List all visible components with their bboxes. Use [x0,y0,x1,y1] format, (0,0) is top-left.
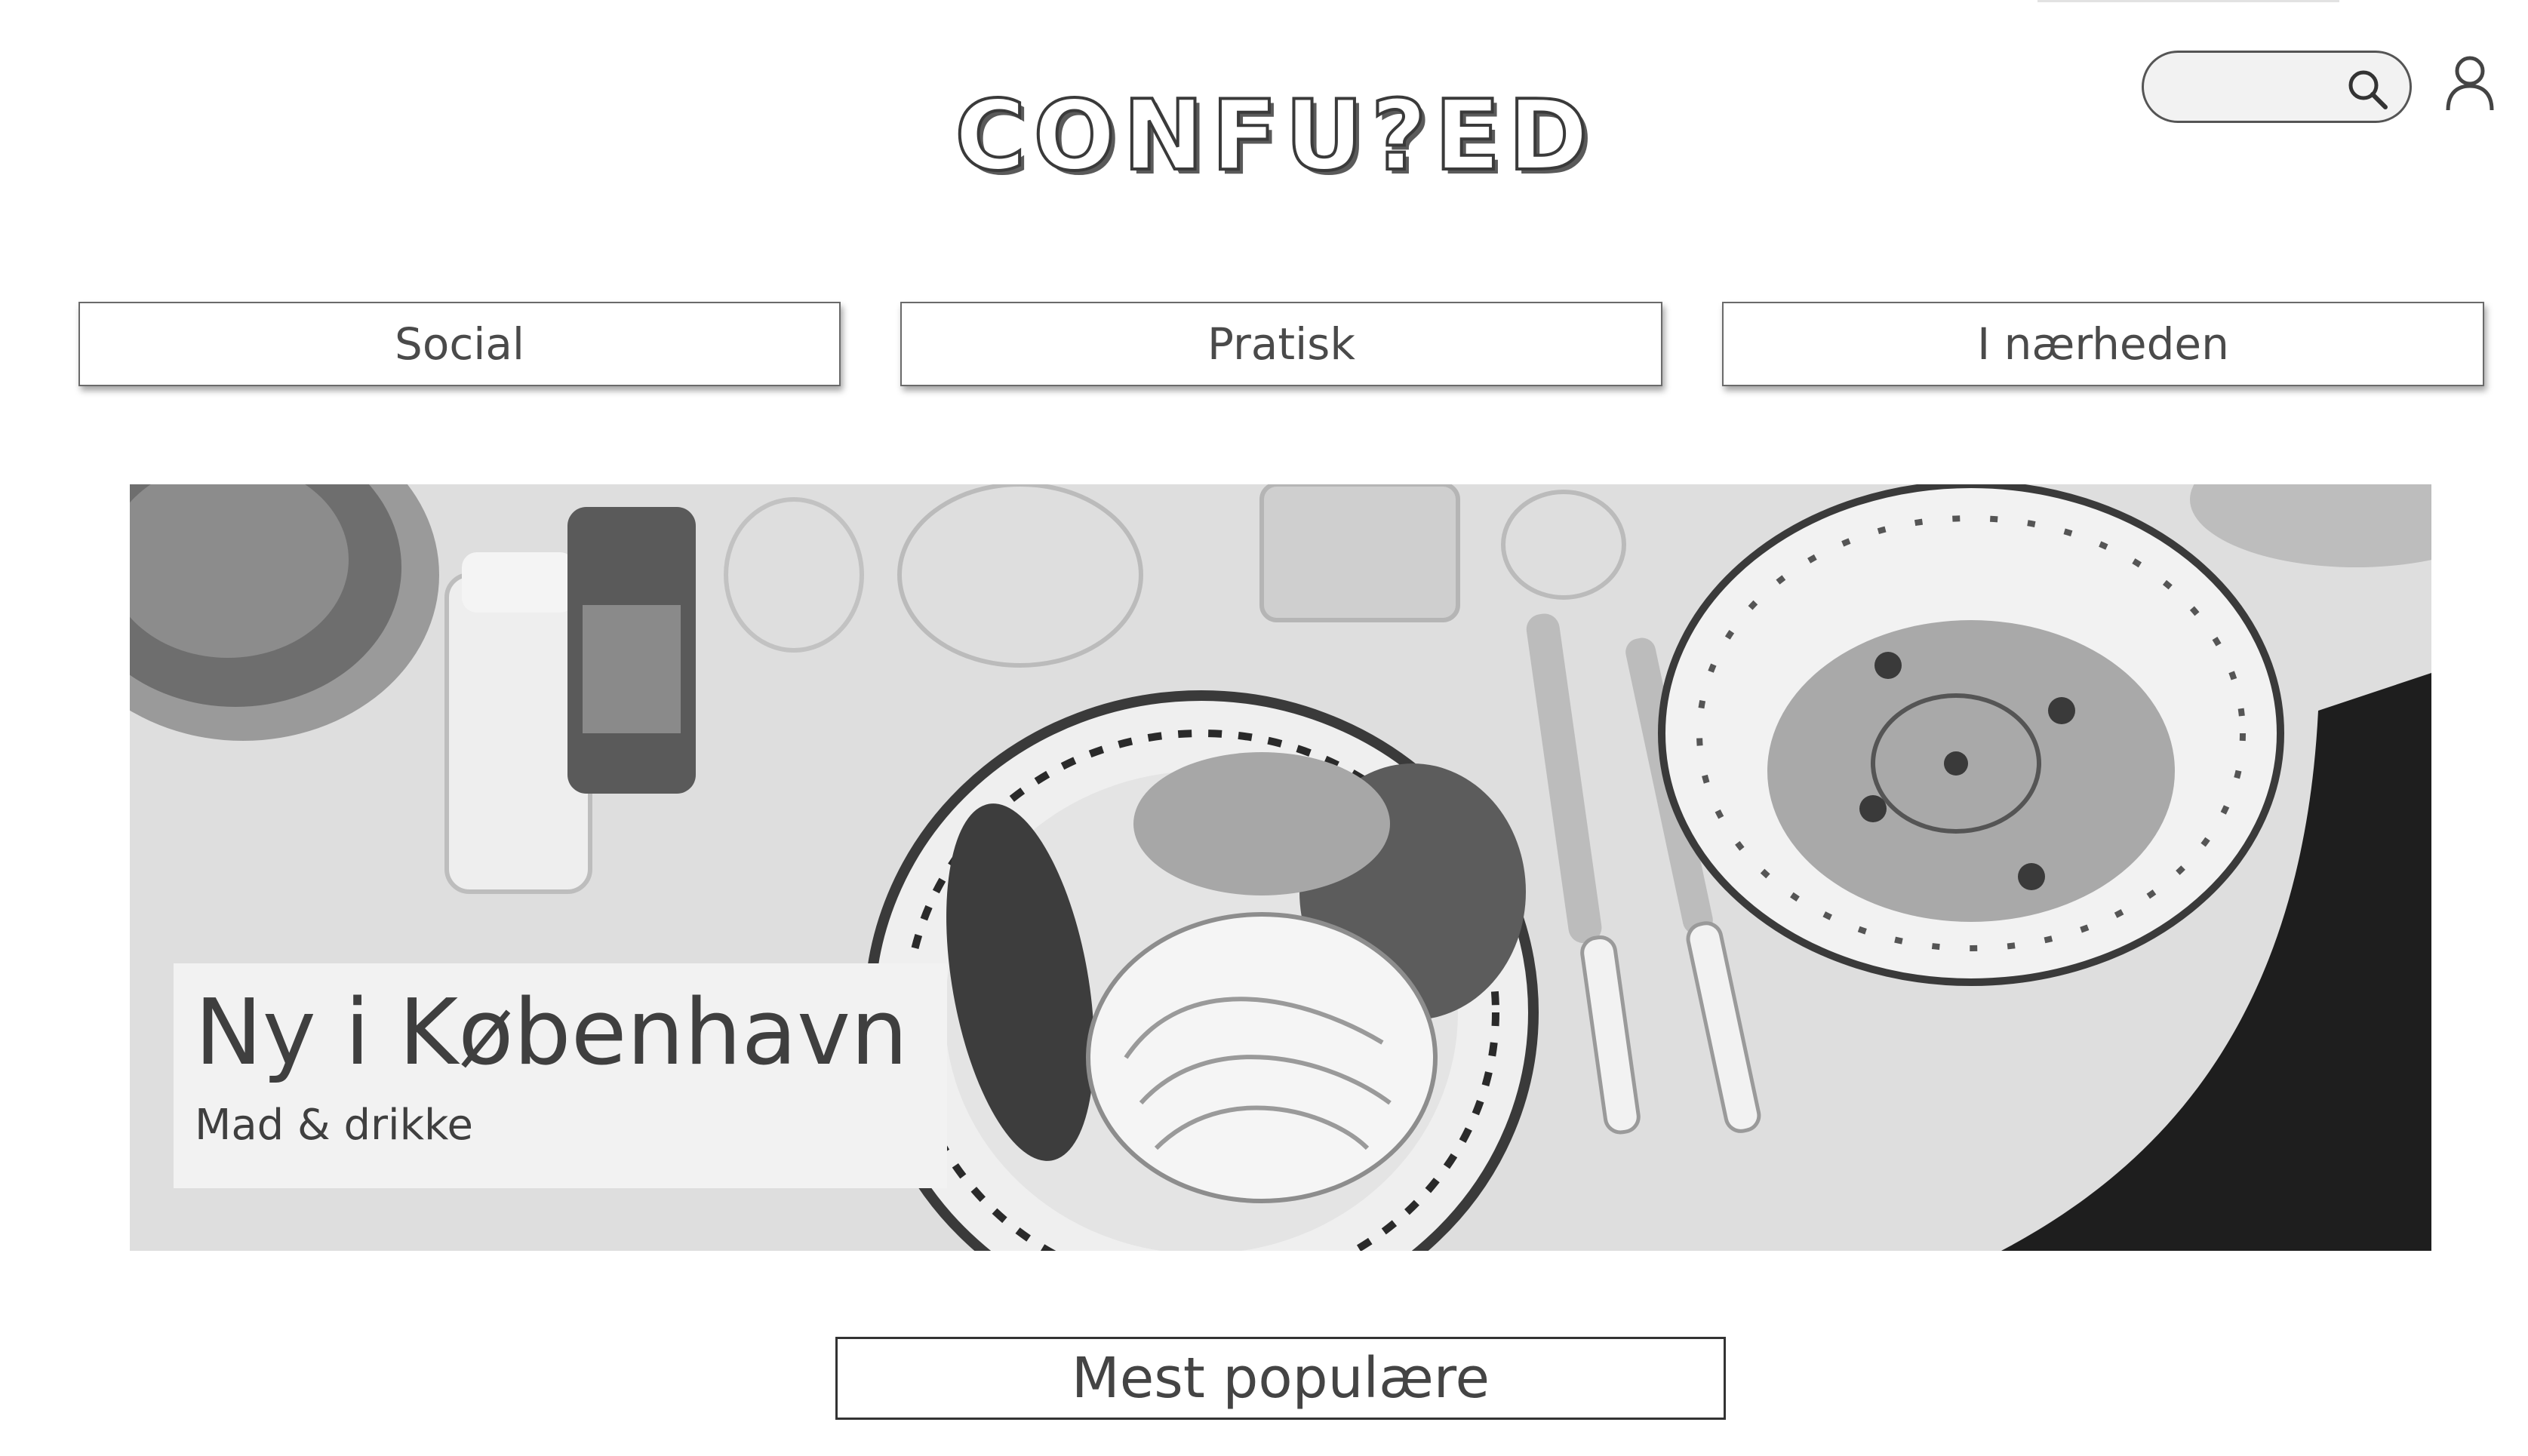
hero-caption: Ny i København Mad & drikke [174,963,947,1188]
user-icon[interactable] [2443,54,2496,113]
most-popular-label: Mest populære [1071,1346,1490,1411]
search-input[interactable] [2167,66,2343,110]
hero-title: Ny i København [195,981,909,1086]
site-logo[interactable]: CONFU?ED [913,78,1638,194]
category-button-pratisk[interactable]: Pratisk [900,302,1662,386]
logo-text: CONFU?ED [953,78,1596,194]
top-divider [2037,0,2339,2]
category-label: Social [395,318,524,370]
hero-subtitle: Mad & drikke [195,1101,473,1150]
hero-banner[interactable]: Ny i København Mad & drikke [130,484,2431,1251]
category-label: Pratisk [1207,318,1355,370]
category-button-social[interactable]: Social [78,302,841,386]
search-box[interactable] [2142,51,2412,123]
most-popular-button[interactable]: Mest populære [835,1337,1726,1420]
category-label: I nærheden [1977,318,2229,370]
search-icon[interactable] [2345,66,2390,112]
category-button-i-naerheden[interactable]: I nærheden [1722,302,2484,386]
